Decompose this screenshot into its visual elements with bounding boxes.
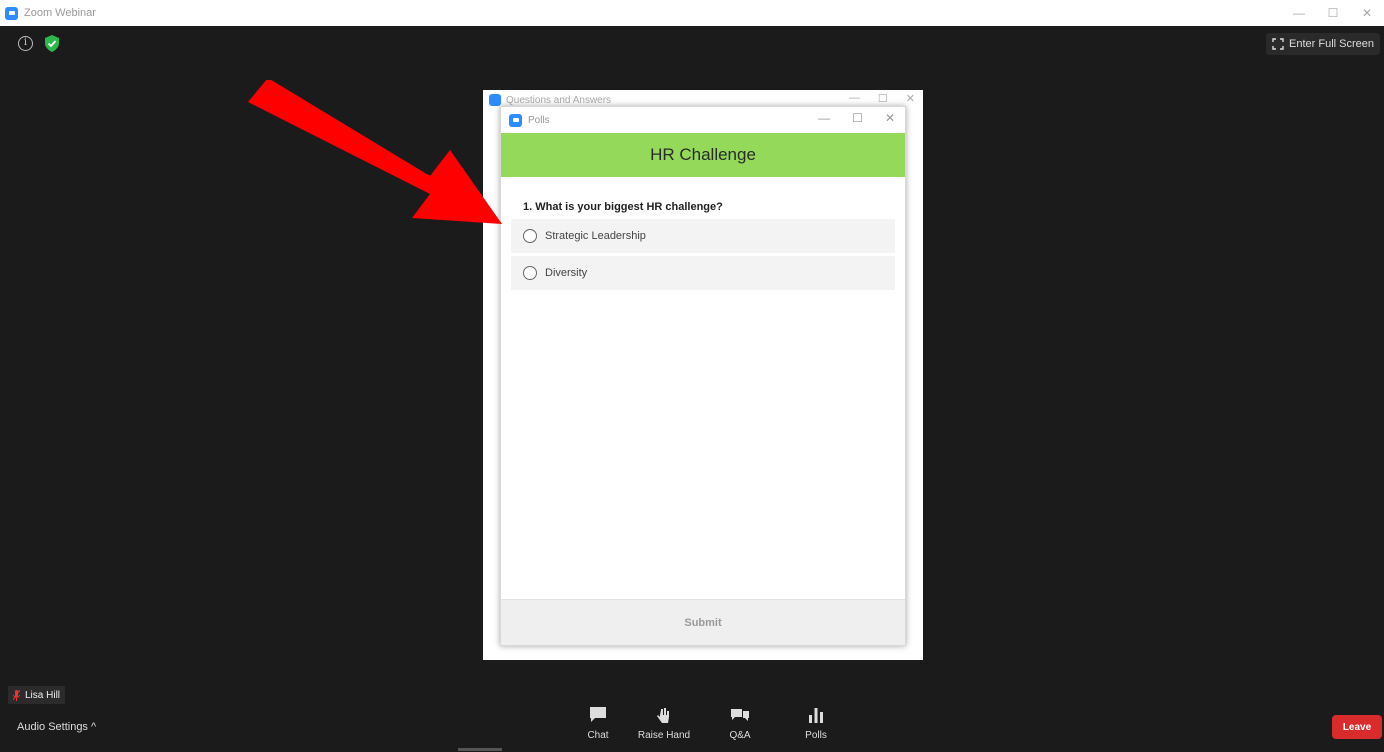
polls-window-controls: — ☐ ✕ xyxy=(818,111,895,125)
fullscreen-label: Enter Full Screen xyxy=(1289,38,1374,50)
participant-name-tag: Lisa Hill xyxy=(8,686,66,704)
zoom-app-icon xyxy=(5,6,18,20)
qa-maximize-button[interactable]: ☐ xyxy=(878,92,888,105)
qa-minimize-button[interactable]: — xyxy=(849,92,860,105)
poll-header: HR Challenge xyxy=(501,133,905,177)
bottom-divider xyxy=(458,748,502,751)
chat-label: Chat xyxy=(587,730,609,741)
audio-settings-button[interactable]: Audio Settings ^ xyxy=(17,721,96,733)
polls-window: Polls — ☐ ✕ HR Challenge 1. What is your… xyxy=(500,106,906,646)
chat-icon xyxy=(590,707,606,722)
submit-button[interactable]: Submit xyxy=(501,599,905,645)
raise-hand-icon xyxy=(657,708,669,723)
title-bar: Zoom Webinar — ☐ ✕ xyxy=(0,0,1384,26)
polls-icon xyxy=(809,708,823,723)
enter-full-screen-button[interactable]: Enter Full Screen xyxy=(1266,33,1380,55)
polls-maximize-button[interactable]: ☐ xyxy=(852,111,863,125)
encryption-shield-icon[interactable] xyxy=(44,35,60,52)
radio-button[interactable] xyxy=(523,266,537,280)
maximize-button[interactable]: ☐ xyxy=(1316,0,1350,26)
fullscreen-icon xyxy=(1272,38,1284,50)
qa-label: Q&A xyxy=(729,730,751,741)
red-arrow-annotation xyxy=(248,80,502,224)
raise-hand-button[interactable]: Raise Hand xyxy=(626,706,702,741)
close-button[interactable]: ✕ xyxy=(1350,0,1384,26)
polls-window-title: Polls xyxy=(528,114,550,126)
window-controls: — ☐ ✕ xyxy=(1282,0,1384,26)
polls-minimize-button[interactable]: — xyxy=(818,111,830,125)
muted-mic-icon xyxy=(13,689,20,701)
poll-option-diversity[interactable]: Diversity xyxy=(511,256,895,290)
qa-window-title: Questions and Answers xyxy=(506,94,612,106)
participant-name: Lisa Hill xyxy=(25,689,61,701)
qa-button[interactable]: Q&A xyxy=(702,706,778,741)
polls-close-button[interactable]: ✕ xyxy=(885,111,895,125)
leave-button[interactable]: Leave xyxy=(1332,715,1382,739)
raise-hand-label: Raise Hand xyxy=(637,730,691,741)
poll-option-label: Diversity xyxy=(545,267,588,279)
radio-button[interactable] xyxy=(523,229,537,243)
meeting-toolbar: Chat Raise Hand Q&A Polls xyxy=(570,706,854,741)
qa-window-controls: — ☐ ✕ xyxy=(849,92,915,105)
minimize-button[interactable]: — xyxy=(1282,0,1316,26)
polls-label: Polls xyxy=(805,730,827,741)
qa-icon xyxy=(731,709,749,721)
qa-close-button[interactable]: ✕ xyxy=(906,92,915,105)
poll-question: 1. What is your biggest HR challenge? xyxy=(523,201,723,213)
polls-window-titlebar: Polls — ☐ ✕ xyxy=(501,107,905,133)
chat-button[interactable]: Chat xyxy=(570,706,626,741)
polls-button[interactable]: Polls xyxy=(778,706,854,741)
meeting-info-icon[interactable]: i xyxy=(18,36,33,51)
poll-option-label: Strategic Leadership xyxy=(545,230,646,242)
window-title: Zoom Webinar xyxy=(24,7,96,19)
poll-option-strategic-leadership[interactable]: Strategic Leadership xyxy=(511,219,895,253)
